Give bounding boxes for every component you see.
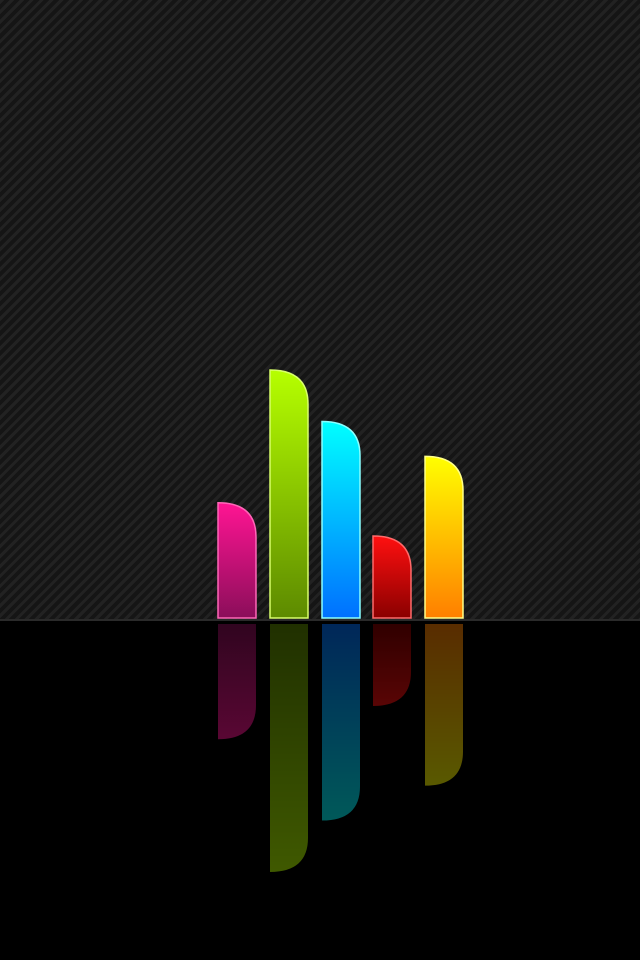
yellow-bar	[424, 455, 464, 619]
reflections-group	[218, 624, 463, 872]
cyan-bar-reflection	[322, 624, 360, 821]
bars-group	[217, 369, 464, 619]
magenta-bar	[217, 502, 257, 619]
magenta-bar-reflection	[218, 624, 256, 740]
lime-bar	[269, 369, 309, 619]
equalizer-bars-graphic	[217, 369, 464, 872]
cyan-bar	[321, 420, 361, 619]
lime-bar-reflection	[270, 624, 308, 872]
yellow-bar-reflection	[425, 624, 463, 786]
red-bar	[372, 535, 412, 619]
red-bar-reflection	[373, 624, 411, 706]
wallpaper	[0, 0, 640, 960]
